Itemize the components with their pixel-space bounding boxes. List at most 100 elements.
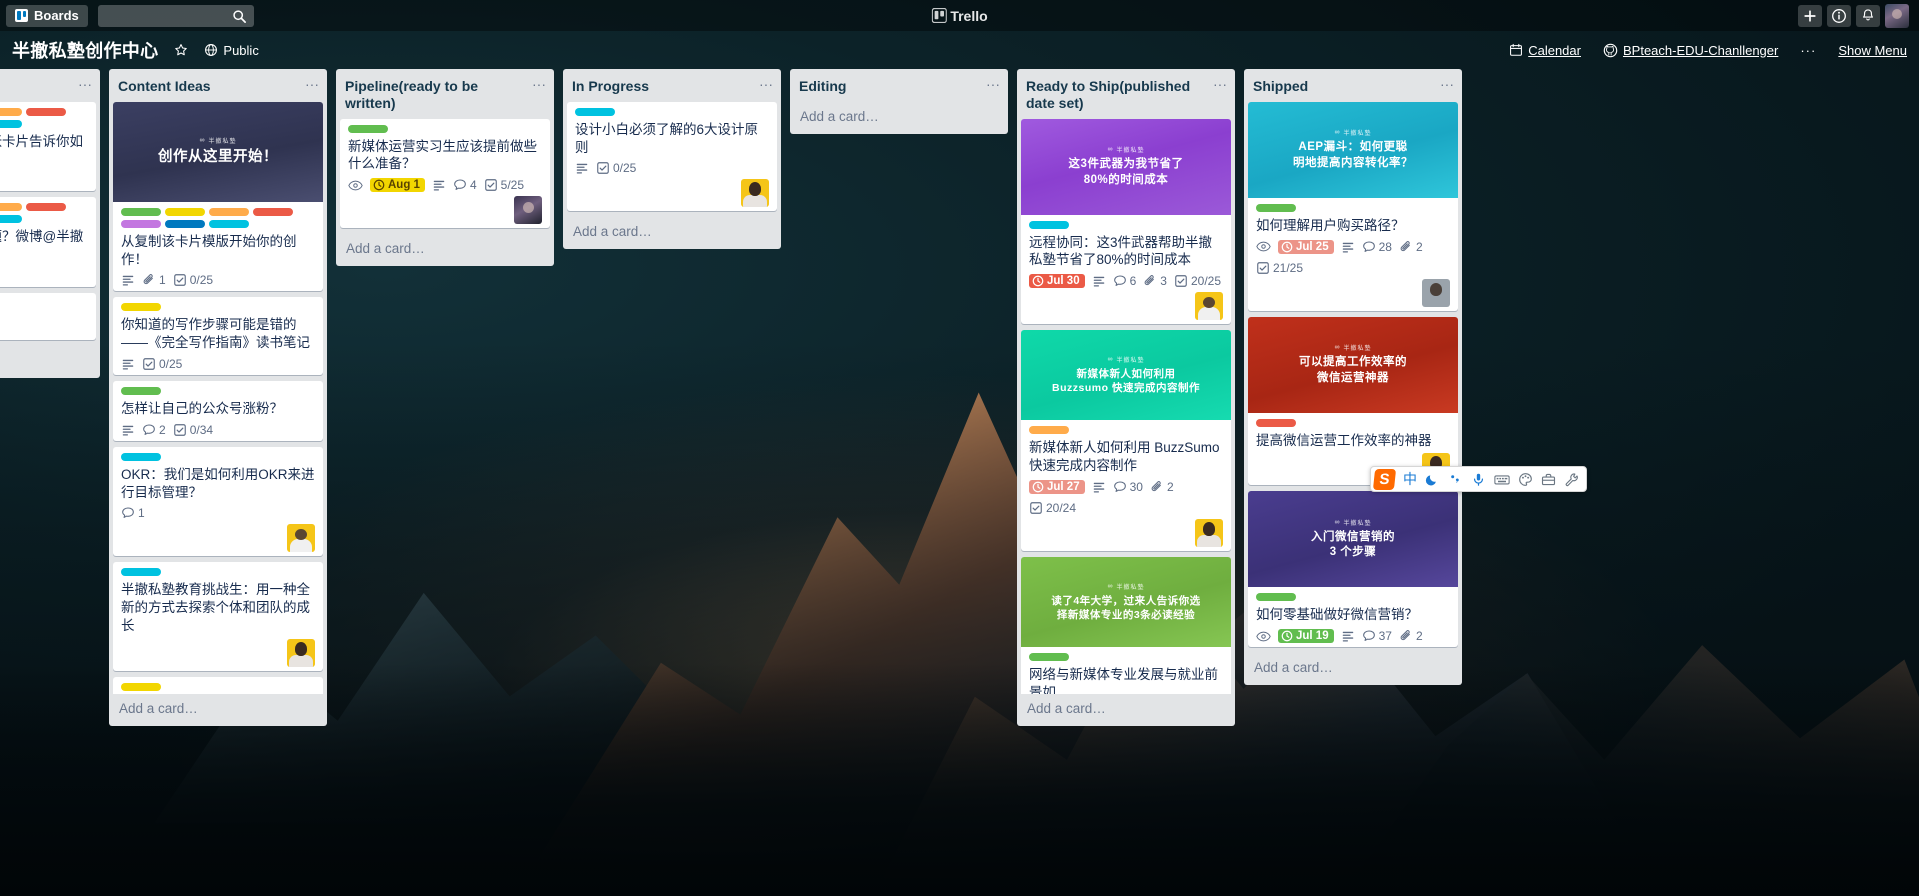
- card-label-green[interactable]: [121, 387, 161, 396]
- member-avatar[interactable]: [287, 638, 315, 667]
- info-icon[interactable]: [1827, 4, 1851, 27]
- card[interactable]: ∞ 半撤私塾 入门微信营销的 3 个步骤 如何零基础做好微信营销？ Jul 19 37 2: [1248, 491, 1458, 648]
- card[interactable]: 从这里开始：这张卡片告诉你如何使用这个面板！: [0, 101, 96, 192]
- list[interactable]: In Progress ··· 设计小白必须了解的6大设计原则 0/25 Add a c…: [563, 69, 781, 250]
- list[interactable]: Editing ··· Add a card…: [790, 69, 1008, 134]
- list-menu-icon[interactable]: ···: [986, 77, 1000, 92]
- user-avatar[interactable]: [1885, 3, 1909, 28]
- member-avatar[interactable]: [1195, 518, 1223, 547]
- punctuation-icon[interactable]: [1448, 472, 1463, 487]
- member-avatar[interactable]: [1195, 292, 1223, 321]
- card-label-purple[interactable]: [121, 219, 161, 228]
- card[interactable]: 你知道的写作步骤可能是错的——《完全写作指南》读书笔记 0/25: [113, 297, 323, 376]
- due-date-badge[interactable]: Jul 30: [1029, 274, 1085, 289]
- due-date-badge[interactable]: Jul 25: [1278, 239, 1334, 254]
- add-card-button[interactable]: Add a card…: [1017, 694, 1235, 726]
- github-powerup[interactable]: BPteach-EDU-Chanllenger: [1603, 43, 1778, 58]
- card[interactable]: ∞ 半撤私塾 可以提高工作效率的 微信运营神器 提高微信运营工作效率的神器: [1248, 316, 1458, 486]
- sogou-logo-icon[interactable]: S: [1372, 468, 1397, 490]
- card-label-green[interactable]: [348, 124, 388, 133]
- member-avatar[interactable]: [741, 179, 769, 208]
- card-label-blue[interactable]: [165, 219, 205, 228]
- card-label-yellow[interactable]: [121, 303, 161, 312]
- card-label-orange[interactable]: [0, 203, 22, 212]
- card-label-red[interactable]: [26, 203, 66, 212]
- card-label-sky[interactable]: [0, 119, 22, 128]
- card-label-green[interactable]: [1029, 652, 1069, 661]
- list-menu-icon[interactable]: ···: [1213, 77, 1227, 92]
- list-title[interactable]: In Progress: [572, 78, 755, 95]
- card-label-yellow[interactable]: [121, 682, 161, 691]
- board-visibility[interactable]: Public: [204, 43, 259, 58]
- card-label-sky[interactable]: [209, 219, 249, 228]
- card-label-orange[interactable]: [209, 207, 249, 216]
- ime-toolbar[interactable]: S 中: [1370, 466, 1587, 492]
- card[interactable]: 新媒体运营实习生应该提前做些什么准备？ Aug 1 4 5/25: [340, 118, 550, 229]
- list[interactable]: Info ··· 从这里开始：这张卡片告诉你如何使用这个面板！ 想向我们提交选题？微博…: [0, 69, 100, 378]
- card-label-sky[interactable]: [121, 452, 161, 461]
- list[interactable]: Shipped ··· ∞ 半撤私塾 AEP漏斗：如何更聪 明地提高内容转化率？ 如何理解用…: [1244, 69, 1462, 686]
- list-title[interactable]: Editing: [799, 78, 982, 95]
- microphone-icon[interactable]: [1471, 472, 1486, 487]
- card-label-red[interactable]: [1256, 418, 1296, 427]
- card-label-sky[interactable]: [1029, 220, 1069, 229]
- search-input[interactable]: [97, 4, 254, 27]
- member-avatar[interactable]: [514, 196, 542, 225]
- card-label-red[interactable]: [253, 207, 293, 216]
- list[interactable]: Content Ideas ··· ∞ 半撤私塾 创作从这里开始！ 从复制该卡片模版开始你…: [109, 69, 327, 726]
- card[interactable]: ∞ 半撤私塾 这3件武器为我节省了 80%的时间成本 远程协同：这3件武器帮助半撤私塾节…: [1021, 118, 1231, 325]
- add-card-button[interactable]: Add a card…: [0, 346, 100, 378]
- add-icon[interactable]: [1798, 4, 1822, 27]
- list-title[interactable]: Shipped: [1253, 78, 1436, 95]
- board-more-menu[interactable]: ···: [1800, 43, 1816, 58]
- palette-icon[interactable]: [1518, 472, 1533, 487]
- member-avatar[interactable]: [287, 524, 315, 553]
- card[interactable]: ∞ 半撤私塾 新媒体新人如何利用 Buzzsumo 快速完成内容制作 新媒体新人如何利用…: [1021, 330, 1231, 551]
- notifications-bell-icon[interactable]: [1856, 4, 1880, 27]
- due-date-badge[interactable]: Jul 19: [1278, 629, 1334, 644]
- card[interactable]: 设计小白必须了解的6大设计原则 0/25: [567, 101, 777, 212]
- add-card-button[interactable]: Add a card…: [563, 217, 781, 249]
- moon-icon[interactable]: [1425, 472, 1440, 487]
- list-title[interactable]: Pipeline(ready to be written): [345, 78, 528, 112]
- add-card-button[interactable]: Add a card…: [790, 102, 1008, 134]
- calendar-powerup[interactable]: Calendar: [1509, 43, 1581, 58]
- list-title[interactable]: Ready to Ship(published date set): [1026, 78, 1209, 112]
- list-menu-icon[interactable]: ···: [1440, 77, 1454, 92]
- list-title[interactable]: Content Ideas: [118, 78, 301, 95]
- due-date-badge[interactable]: Aug 1: [370, 178, 425, 193]
- card[interactable]: ∞ 半撤私塾 创作从这里开始！ 从复制该卡片模版开始你的创作！ 1 0/25: [113, 101, 323, 292]
- card[interactable]: 想向我们提交选题？微博@半撤私塾吧！ 1: [0, 197, 96, 288]
- star-board-button[interactable]: [174, 43, 188, 57]
- list-title[interactable]: Info: [0, 78, 74, 95]
- card[interactable]: ∞ 半撤私塾 读了4年大学，过来人告诉你选 择新媒体专业的3条必读经验 网络与新媒体专业…: [1021, 556, 1231, 694]
- card[interactable]: 怎样让自己的公众号涨粉？ 2 0/34: [113, 381, 323, 441]
- boards-button[interactable]: Boards: [6, 4, 88, 27]
- card[interactable]: OKR：我们是如何利用OKR来进行目标管理？ 1: [113, 446, 323, 557]
- card-label-sky[interactable]: [575, 107, 615, 116]
- board-lists-container[interactable]: Info ··· 从这里开始：这张卡片告诉你如何使用这个面板！ 想向我们提交选题？微博…: [0, 69, 1919, 896]
- show-menu-button[interactable]: Show Menu: [1838, 43, 1907, 58]
- card-label-orange[interactable]: [0, 107, 22, 116]
- card-label-green[interactable]: [1256, 203, 1296, 212]
- list[interactable]: Ready to Ship(published date set) ··· ∞ 半撤私…: [1017, 69, 1235, 726]
- trello-brand[interactable]: Trello: [931, 8, 988, 24]
- toolbox-icon[interactable]: [1541, 472, 1556, 487]
- keyboard-icon[interactable]: [1494, 472, 1510, 487]
- add-card-button[interactable]: Add a card…: [1244, 653, 1462, 685]
- list-menu-icon[interactable]: ···: [78, 77, 92, 92]
- card-label-red[interactable]: [26, 107, 66, 116]
- card-label-orange[interactable]: [1029, 426, 1069, 435]
- wrench-icon[interactable]: [1564, 472, 1579, 487]
- list-menu-icon[interactable]: ···: [532, 77, 546, 92]
- card-label-yellow[interactable]: [165, 207, 205, 216]
- card[interactable]: 工具推荐 0/1: [0, 293, 96, 340]
- card[interactable]: ∞ 半撤私塾 AEP漏斗：如何更聪 明地提高内容转化率？ 如何理解用户购买路径？ Jul …: [1248, 101, 1458, 311]
- list-menu-icon[interactable]: ···: [759, 77, 773, 92]
- ime-mode-toggle[interactable]: 中: [1403, 469, 1417, 489]
- card[interactable]: 我在半撤私塾工作的第一个月: [113, 676, 323, 694]
- add-card-button[interactable]: Add a card…: [336, 234, 554, 266]
- card-label-sky[interactable]: [0, 215, 22, 224]
- list-menu-icon[interactable]: ···: [305, 77, 319, 92]
- card-label-green[interactable]: [121, 207, 161, 216]
